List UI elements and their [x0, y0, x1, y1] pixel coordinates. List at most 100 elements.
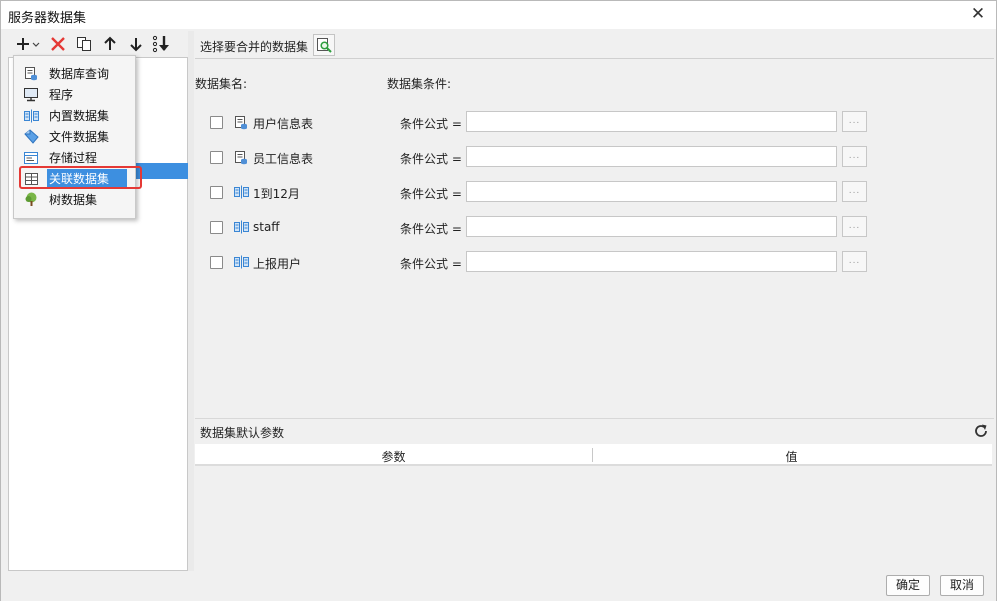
tree-dataset-icon [23, 192, 39, 208]
builtin-dataset-icon [233, 184, 249, 200]
value-column-header: 值 [785, 450, 798, 464]
params-table: 参数 值 [195, 444, 992, 572]
equals-sign: = [451, 222, 462, 236]
equals-sign: = [451, 257, 462, 271]
condition-formula-label: 条件公式 = [400, 255, 462, 272]
condition-formula-input[interactable] [466, 181, 837, 202]
condition-formula-input[interactable] [466, 111, 837, 132]
condition-label-text: 条件公式 [400, 222, 449, 236]
dataset-row: 用户信息表 条件公式 =... [195, 111, 994, 133]
dataset-row: staff 条件公式 =... [195, 216, 994, 238]
condition-label-text: 条件公式 [400, 117, 449, 131]
condition-label-text: 条件公式 [400, 187, 449, 201]
dataset-row: 上报用户 条件公式 =... [195, 251, 994, 273]
menu-item-2[interactable]: 内置数据集 [14, 105, 135, 126]
title-bar: 服务器数据集 ✕ [1, 1, 996, 29]
formula-editor-button[interactable]: ... [842, 111, 867, 132]
server-dataset-dialog: 服务器数据集 ✕ 选择要合并的数据集 数据集名: 数据集条件: 用户信息表 条件… [0, 0, 997, 601]
menu-item-label: 文件数据集 [49, 130, 110, 144]
sort-icon [152, 35, 169, 53]
copy-icon [77, 37, 91, 51]
condition-formula-label: 条件公式 = [400, 150, 462, 167]
copy-button[interactable] [73, 33, 95, 55]
sort-button[interactable] [151, 33, 173, 55]
window-title: 服务器数据集 [8, 11, 87, 26]
dataset-checkbox[interactable] [210, 256, 223, 269]
tree-selected-row[interactable] [135, 163, 188, 179]
equals-sign: = [451, 187, 462, 201]
param-column-header: 参数 [381, 450, 406, 464]
menu-item-1[interactable]: 程序 [14, 84, 135, 105]
merge-dataset-panel: 选择要合并的数据集 数据集名: 数据集条件: 用户信息表 条件公式 =... 员工信… [195, 31, 994, 572]
arrow-up-icon [104, 36, 116, 50]
add-dataset-button[interactable] [14, 33, 42, 55]
dataset-name: 上报用户 [253, 257, 302, 271]
params-table-header: 参数 值 [195, 444, 992, 466]
menu-item-4[interactable]: 存储过程 [14, 147, 135, 168]
dataset-name: staff [253, 220, 280, 234]
condition-formula-label: 条件公式 = [400, 220, 462, 237]
database-query-icon [233, 149, 249, 165]
formula-editor-button[interactable]: ... [842, 181, 867, 202]
menu-item-3[interactable]: 文件数据集 [14, 126, 135, 147]
panel-splitter[interactable] [188, 31, 194, 571]
preview-icon [317, 38, 332, 53]
move-up-button[interactable] [99, 33, 121, 55]
file-dataset-icon [23, 129, 39, 145]
preview-button[interactable] [313, 34, 335, 56]
menu-item-label: 树数据集 [49, 193, 98, 207]
dataset-checkbox[interactable] [210, 186, 223, 199]
add-dataset-menu: 数据库查询 程序 内置数据集 文件数据集 存储过程 关联数据集 树数据集 [13, 55, 136, 219]
delete-button[interactable] [47, 33, 69, 55]
formula-editor-button[interactable]: ... [842, 146, 867, 167]
menu-item-label: 程序 [49, 88, 74, 102]
dataset-name: 用户信息表 [253, 117, 314, 131]
equals-sign: = [451, 117, 462, 131]
default-params-title: 数据集默认参数 [200, 426, 285, 440]
condition-formula-input[interactable] [466, 251, 837, 272]
refresh-icon[interactable] [973, 423, 989, 439]
panel-header: 选择要合并的数据集 [195, 31, 994, 59]
dataset-row: 1到12月 条件公式 =... [195, 181, 994, 203]
condition-label-text: 条件公式 [400, 152, 449, 166]
dataset-name: 1到12月 [253, 187, 300, 201]
panel-title: 选择要合并的数据集 [200, 40, 309, 54]
menu-item-label: 数据库查询 [49, 67, 110, 81]
builtin-dataset-icon [233, 254, 249, 270]
condition-label-text: 条件公式 [400, 257, 449, 271]
dataset-name: 员工信息表 [253, 152, 314, 166]
move-down-button[interactable] [125, 33, 147, 55]
dataset-checkbox[interactable] [210, 221, 223, 234]
dataset-row: 员工信息表 条件公式 =... [195, 146, 994, 168]
dialog-footer: 确定 取消 [1, 571, 996, 601]
dataset-name-column-label: 数据集名: [195, 77, 248, 91]
cancel-button[interactable]: 取消 [940, 575, 984, 596]
red-x-icon [51, 37, 65, 51]
menu-item-0[interactable]: 数据库查询 [14, 63, 135, 84]
condition-formula-label: 条件公式 = [400, 115, 462, 132]
formula-editor-button[interactable]: ... [842, 216, 867, 237]
database-query-icon [23, 66, 39, 82]
highlight-annotation [19, 166, 142, 189]
ok-button[interactable]: 确定 [886, 575, 930, 596]
menu-item-label: 存储过程 [49, 151, 98, 165]
stored-procedure-icon [23, 150, 39, 166]
equals-sign: = [451, 152, 462, 166]
menu-item-6[interactable]: 树数据集 [14, 189, 135, 210]
dataset-condition-column-label: 数据集条件: [387, 77, 452, 91]
dataset-checkbox[interactable] [210, 116, 223, 129]
dataset-checkbox[interactable] [210, 151, 223, 164]
menu-item-label: 内置数据集 [49, 109, 110, 123]
close-icon[interactable]: ✕ [968, 4, 988, 24]
default-params-section: 数据集默认参数 参数 值 [195, 418, 994, 572]
formula-editor-button[interactable]: ... [842, 251, 867, 272]
dataset-toolbar [8, 31, 195, 57]
condition-formula-input[interactable] [466, 146, 837, 167]
arrow-down-icon [130, 38, 142, 52]
database-query-icon [233, 114, 249, 130]
plus-dropdown-icon [17, 38, 40, 50]
monitor-icon [23, 87, 39, 103]
condition-formula-input[interactable] [466, 216, 837, 237]
builtin-dataset-icon [233, 219, 249, 235]
condition-formula-label: 条件公式 = [400, 185, 462, 202]
